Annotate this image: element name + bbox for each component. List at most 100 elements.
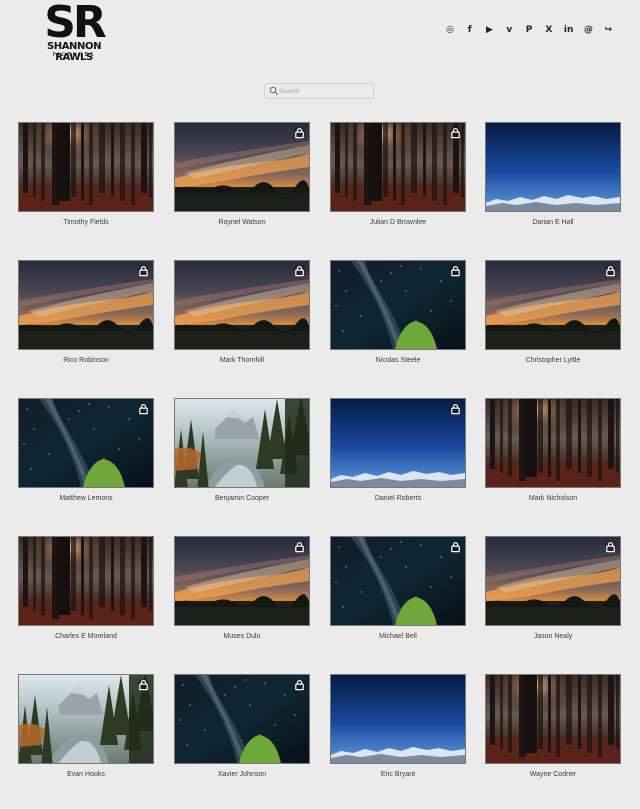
lock-icon xyxy=(450,265,461,276)
brand-logo[interactable]: SR SHANNON RAWLS PICTURES xyxy=(30,0,118,64)
gallery-thumbnail[interactable] xyxy=(485,674,621,764)
search-box[interactable] xyxy=(264,83,374,99)
gallery-thumbnail[interactable] xyxy=(18,674,154,764)
gallery-item[interactable]: Charles E Moreland xyxy=(18,536,154,641)
gallery-item-name[interactable]: Evan Hooks xyxy=(19,771,153,778)
gallery-item[interactable]: Timothy Fields xyxy=(18,122,154,227)
mountains-photo xyxy=(331,399,465,487)
gallery-item-name[interactable]: Timothy Fields xyxy=(19,219,153,226)
logo-monogram: SR xyxy=(44,0,107,48)
sunset-photo xyxy=(19,261,153,349)
gallery-thumbnail[interactable] xyxy=(18,398,154,488)
gallery-item[interactable]: Jason Nealy xyxy=(485,536,621,641)
lock-icon xyxy=(450,127,461,138)
gallery-item-name[interactable]: Benjamin Cooper xyxy=(175,495,309,502)
gallery-thumbnail[interactable] xyxy=(485,260,621,350)
gallery-item-name[interactable]: Daniel Roberts xyxy=(331,495,465,502)
gallery-item[interactable]: Michael Bell xyxy=(330,536,466,641)
gallery-thumbnail[interactable] xyxy=(18,260,154,350)
gallery-item-name[interactable]: Mark Nicholson xyxy=(486,495,620,502)
gallery-item[interactable]: Daniel Roberts xyxy=(330,398,466,503)
share-icon[interactable]: ↪ xyxy=(598,23,618,37)
linkedin-icon[interactable]: in xyxy=(559,23,579,37)
gallery-item-name[interactable]: Muses Dulu xyxy=(175,633,309,640)
gallery-thumbnail[interactable] xyxy=(330,536,466,626)
facebook-icon[interactable]: f xyxy=(460,23,480,37)
river-photo xyxy=(175,399,309,487)
gallery-item[interactable]: Xavier Johnson xyxy=(174,674,310,779)
lock-icon xyxy=(138,679,149,690)
gallery-thumbnail[interactable] xyxy=(174,398,310,488)
gallery-item-name[interactable]: Nicolas Steele xyxy=(331,357,465,364)
gallery-item-name[interactable]: Mark Thornhill xyxy=(175,357,309,364)
gallery-thumbnail[interactable] xyxy=(174,536,310,626)
lock-icon xyxy=(294,127,305,138)
gallery-item-name[interactable]: Michael Bell xyxy=(331,633,465,640)
forest-photo xyxy=(19,537,153,625)
gallery-thumbnail[interactable] xyxy=(330,122,466,212)
gallery-item[interactable]: Mark Thornhill xyxy=(174,260,310,365)
gallery-item-name[interactable]: Jason Nealy xyxy=(486,633,620,640)
forest-photo xyxy=(486,399,620,487)
gallery-thumbnail[interactable] xyxy=(174,260,310,350)
gallery-item[interactable]: Wayne Codner xyxy=(485,674,621,779)
gallery-thumbnail[interactable] xyxy=(330,674,466,764)
instagram-icon[interactable]: ◎ xyxy=(440,23,460,37)
search-input[interactable] xyxy=(278,84,371,98)
mountains-photo xyxy=(331,675,465,763)
lock-icon xyxy=(450,403,461,414)
gallery-item-name[interactable]: Roynel Watson xyxy=(175,219,309,226)
gallery-thumbnail[interactable] xyxy=(174,674,310,764)
x-icon[interactable]: X xyxy=(539,23,559,37)
milkyway-photo xyxy=(331,537,465,625)
gallery-item[interactable]: Darian E Hall xyxy=(485,122,621,227)
gallery-item[interactable]: Julian D Brownlee xyxy=(330,122,466,227)
gallery-thumbnail[interactable] xyxy=(485,536,621,626)
vimeo-icon[interactable]: v xyxy=(499,23,519,37)
gallery-thumbnail[interactable] xyxy=(485,122,621,212)
mountains-photo xyxy=(486,123,620,211)
gallery-thumbnail[interactable] xyxy=(18,122,154,212)
gallery-thumbnail[interactable] xyxy=(330,398,466,488)
gallery-item[interactable]: Christopher Lyttle xyxy=(485,260,621,365)
gallery-item-name[interactable]: Darian E Hall xyxy=(486,219,620,226)
gallery-item[interactable]: Rico Robinson xyxy=(18,260,154,365)
lock-icon xyxy=(450,541,461,552)
gallery-item[interactable]: Muses Dulu xyxy=(174,536,310,641)
gallery-item[interactable]: Mark Nicholson xyxy=(485,398,621,503)
milkyway-photo xyxy=(175,675,309,763)
gallery-thumbnail[interactable] xyxy=(330,260,466,350)
youtube-icon[interactable]: ▶ xyxy=(480,23,500,37)
sunset-photo xyxy=(175,261,309,349)
logo-tagline: PICTURES xyxy=(52,52,96,58)
sunset-photo xyxy=(486,537,620,625)
gallery-item-name[interactable]: Matthew Lemons xyxy=(19,495,153,502)
gallery-item-name[interactable]: Christopher Lyttle xyxy=(486,357,620,364)
gallery-thumbnail[interactable] xyxy=(485,398,621,488)
gallery-item-name[interactable]: Wayne Codner xyxy=(486,771,620,778)
lock-icon xyxy=(138,403,149,414)
gallery-item[interactable]: Evan Hooks xyxy=(18,674,154,779)
gallery-item-name[interactable]: Xavier Johnson xyxy=(175,771,309,778)
pinterest-icon[interactable]: P xyxy=(519,23,539,37)
gallery-item[interactable]: Matthew Lemons xyxy=(18,398,154,503)
gallery-item-name[interactable]: Eric Bryant xyxy=(331,771,465,778)
gallery-item-name[interactable]: Rico Robinson xyxy=(19,357,153,364)
milkyway-photo xyxy=(19,399,153,487)
lock-icon xyxy=(605,541,616,552)
lock-icon xyxy=(138,265,149,276)
gallery-item-name[interactable]: Julian D Brownlee xyxy=(331,219,465,226)
gallery-item[interactable]: Benjamin Cooper xyxy=(174,398,310,503)
gallery-item-name[interactable]: Charles E Moreland xyxy=(19,633,153,640)
gallery-thumbnail[interactable] xyxy=(18,536,154,626)
sunset-photo xyxy=(486,261,620,349)
threads-icon[interactable]: @ xyxy=(579,23,599,37)
gallery-thumbnail[interactable] xyxy=(174,122,310,212)
social-links: ◎ f ▶ v P Xin @ ↪ xyxy=(440,23,618,37)
gallery-item[interactable]: Nicolas Steele xyxy=(330,260,466,365)
river-photo xyxy=(19,675,153,763)
gallery-item[interactable]: Roynel Watson xyxy=(174,122,310,227)
lock-icon xyxy=(605,265,616,276)
forest-photo xyxy=(19,123,153,211)
gallery-item[interactable]: Eric Bryant xyxy=(330,674,466,779)
